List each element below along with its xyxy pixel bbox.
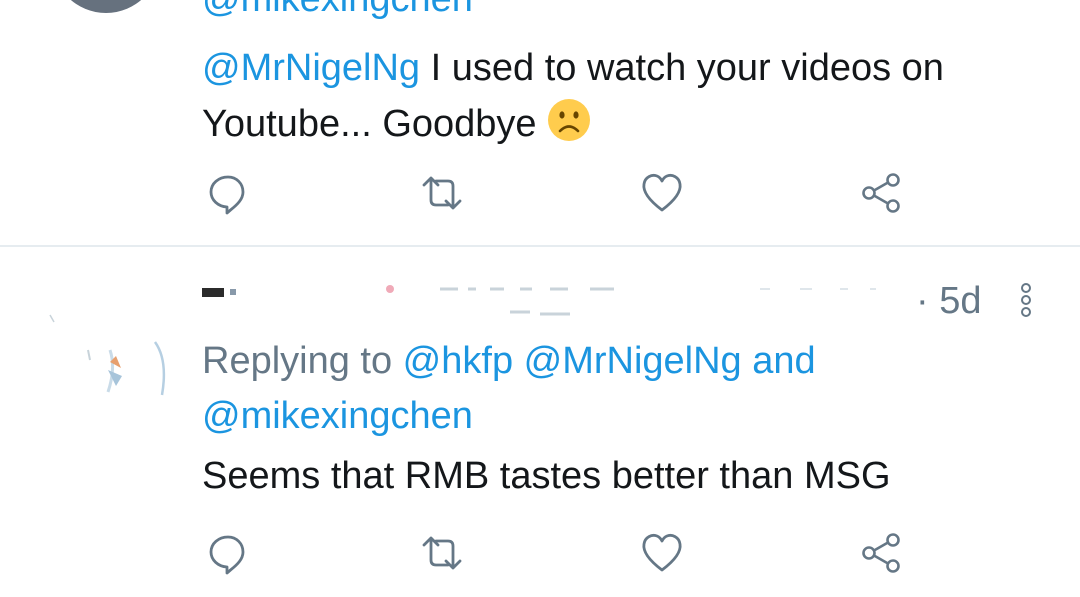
tweet-actions	[206, 531, 906, 575]
replying-to: Replying to @hkfp @MrNigelNg and @mikexi…	[202, 334, 1042, 444]
share-icon[interactable]	[860, 171, 904, 215]
timestamp[interactable]: · 5d	[916, 280, 981, 323]
avatar[interactable]	[52, 0, 160, 13]
tweet-divider	[0, 245, 1080, 247]
retweet-icon[interactable]	[418, 171, 462, 215]
mention-link[interactable]: @MrNigelNg	[202, 47, 420, 89]
mention-link-hkfp[interactable]: @hkfp	[403, 340, 513, 382]
tweet-actions	[206, 171, 906, 215]
avatar[interactable]	[40, 270, 180, 410]
mention-link-mikexingchen[interactable]: @mikexingchen	[202, 395, 473, 437]
tweet-text: @MrNigelNg I used to watch your videos o…	[202, 40, 1042, 152]
author-handle[interactable]: @mikexingchen	[202, 0, 473, 21]
tweet-text: Seems that RMB tastes better than MSG	[202, 455, 891, 497]
like-icon[interactable]	[640, 171, 684, 215]
retweet-icon[interactable]	[418, 531, 462, 575]
more-options-icon[interactable]	[1012, 280, 1040, 324]
reply-icon[interactable]	[206, 531, 250, 575]
replying-and[interactable]: and	[742, 340, 815, 382]
share-icon[interactable]	[860, 531, 904, 575]
mention-link-mrnigelng[interactable]: @MrNigelNg	[524, 340, 742, 382]
replying-prefix: Replying to	[202, 340, 403, 382]
frowning-face-emoji-icon	[547, 98, 591, 142]
reply-icon[interactable]	[206, 171, 250, 215]
author-name-obscured[interactable]	[200, 272, 900, 320]
like-icon[interactable]	[640, 531, 684, 575]
